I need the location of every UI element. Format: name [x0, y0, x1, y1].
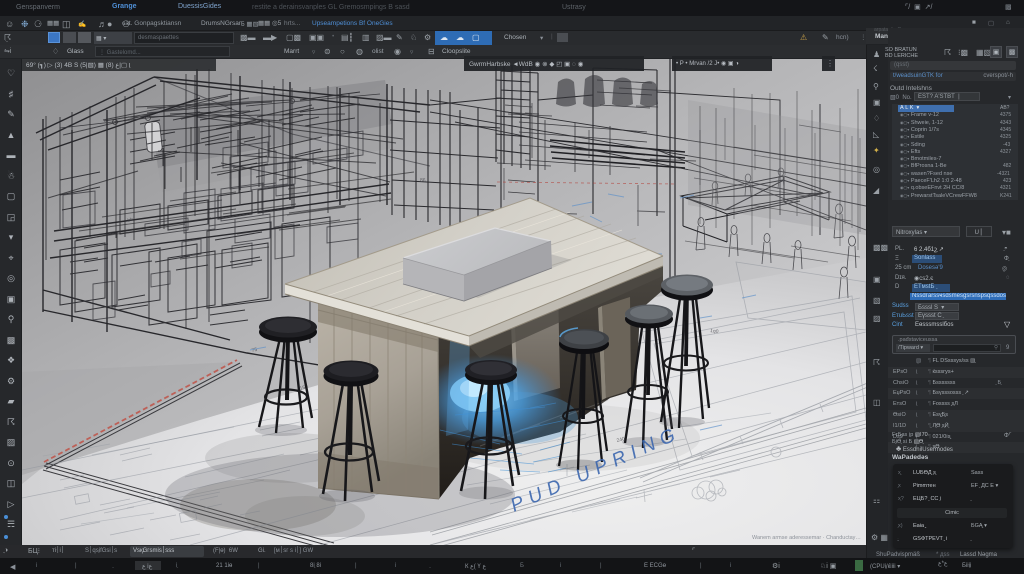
svg-text:86: 86	[420, 178, 426, 184]
svg-text:Wanem armse aderessemar · Ch: Wanem armse aderessemar · Chanductay…	[752, 535, 861, 541]
